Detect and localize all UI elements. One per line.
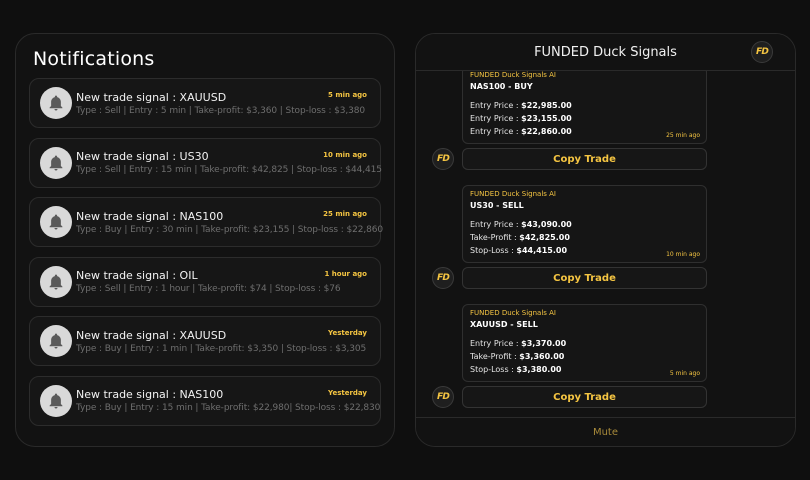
bell-icon [40, 384, 72, 417]
message-line: Entry Price : $22,860.00 [470, 127, 572, 136]
message-line: Entry Price : $3,370.00 [470, 339, 567, 348]
notification-time: 5 min ago [328, 91, 367, 99]
notification-item[interactable]: New trade signal : NAS100 Type : Buy | E… [29, 197, 383, 247]
message-pair: XAUUSD - SELL [470, 320, 538, 329]
bell-icon [40, 265, 72, 298]
message-pair: US30 - SELL [470, 201, 524, 210]
message-sender: FUNDED Duck Signals AI [470, 190, 556, 198]
notification-time: 1 hour ago [324, 269, 367, 278]
notification-details: Type : Buy | Entry : 30 min | Take-profi… [76, 224, 383, 235]
notification-details: Type : Buy | Entry : 15 min | Take-profi… [76, 403, 381, 413]
funded-duck-logo-icon: FD [432, 267, 454, 289]
notification-details: Type : Sell | Entry : 5 min | Take-profi… [76, 105, 366, 116]
funded-duck-logo-icon: FD [432, 148, 454, 170]
funded-duck-logo-icon: FD [432, 386, 454, 408]
signal-message: FUNDED Duck Signals AI NAS100 - BUY Entr… [462, 66, 707, 144]
message-sender: FUNDED Duck Signals AI [470, 309, 556, 317]
copy-trade-button[interactable]: Copy Trade [462, 148, 707, 170]
notification-time: 25 min ago [323, 210, 367, 218]
mute-button[interactable]: Mute [593, 427, 618, 438]
bell-icon [40, 87, 72, 119]
message-line: Stop-Loss : $3,380.00 [470, 365, 562, 374]
notification-item[interactable]: New trade signal : US30 Type : Sell | En… [29, 137, 382, 188]
message-time: 25 min ago [666, 132, 700, 139]
copy-trade-button[interactable]: Copy Trade [462, 386, 707, 408]
message-sender: FUNDED Duck Signals AI [470, 71, 556, 79]
notification-time: Yesterday [328, 329, 367, 337]
notification-item[interactable]: New trade signal : OIL Type : Sell | Ent… [29, 256, 381, 307]
funded-duck-logo-icon: FD [751, 41, 773, 63]
notification-details: Type : Sell | Entry : 1 hour | Take-prof… [76, 284, 341, 294]
message-line: Take-Profit : $3,360.00 [470, 352, 565, 361]
message-time: 10 min ago [666, 251, 700, 258]
notification-item[interactable]: New trade signal : NAS100 Type : Buy | E… [29, 375, 381, 426]
signal-message: FUNDED Duck Signals AI XAUUSD - SELL Ent… [462, 304, 707, 382]
notification-item[interactable]: New trade signal : XAUUSD Type : Buy | E… [29, 316, 381, 366]
notification-time: 10 min ago [323, 150, 367, 159]
bell-icon [40, 325, 72, 357]
message-pair: NAS100 - BUY [470, 82, 533, 91]
chat-title: FUNDED Duck Signals [534, 44, 677, 60]
signal-message: FUNDED Duck Signals AI US30 - SELL Entry… [462, 185, 707, 263]
message-line: Entry Price : $43,090.00 [470, 220, 572, 229]
message-line: Entry Price : $22,985.00 [470, 101, 572, 110]
notification-item[interactable]: New trade signal : XAUUSD Type : Sell | … [29, 78, 381, 128]
notification-time: Yesterday [328, 388, 367, 397]
notifications-title: Notifications [33, 48, 155, 70]
notification-details: Type : Sell | Entry : 15 min | Take-prof… [76, 165, 382, 175]
message-line: Take-Profit : $42,825.00 [470, 233, 570, 242]
notifications-panel: Notifications New trade signal : XAUUSD … [15, 33, 395, 447]
notification-details: Type : Buy | Entry : 1 min | Take-profit… [76, 343, 367, 354]
message-line: Entry Price : $23,155.00 [470, 114, 572, 123]
bell-icon [40, 146, 72, 179]
bell-icon [40, 206, 72, 238]
signals-chat-panel: FUNDED Duck Signals AI NAS100 - BUY Entr… [415, 33, 796, 447]
message-line: Stop-Loss : $44,415.00 [470, 246, 568, 255]
copy-trade-button[interactable]: Copy Trade [462, 267, 707, 289]
message-time: 5 min ago [669, 370, 700, 377]
chat-footer: Mute [416, 417, 795, 446]
chat-header: FUNDED Duck Signals FD [416, 34, 795, 71]
